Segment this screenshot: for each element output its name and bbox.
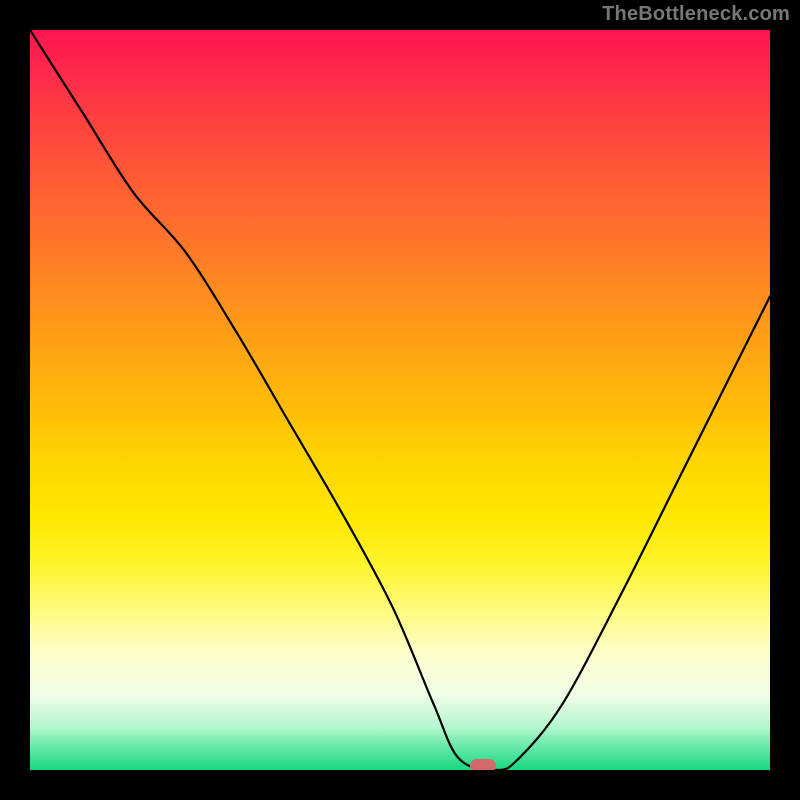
chart-stage: TheBottleneck.com	[0, 0, 800, 800]
bottleneck-curve	[30, 30, 770, 770]
bottleneck-curve-path	[30, 30, 770, 770]
optimum-marker	[470, 759, 496, 770]
watermark-text: TheBottleneck.com	[602, 3, 790, 26]
plot-area	[30, 30, 770, 770]
